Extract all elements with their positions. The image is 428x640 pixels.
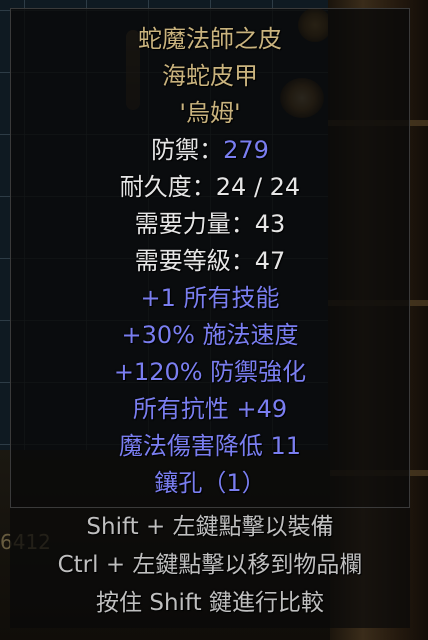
tooltip-lines: 蛇魔法師之皮 海蛇皮甲 '烏姆' 防禦：279 耐久度：24 / 24 需要力量… (11, 21, 409, 502)
mod-sockets: 鑲孔（1） (154, 469, 266, 497)
defense-value: 279 (223, 136, 269, 164)
durability-line: 耐久度：24 / 24 (119, 173, 301, 201)
mod-enhanced-defense: +120% 防禦強化 (113, 358, 307, 386)
defense-label: 防禦： (151, 136, 224, 164)
required-level: 需要等級：47 (134, 247, 286, 275)
item-rune: '烏姆' (179, 99, 241, 127)
mod-cast-rate: +30% 施法速度 (121, 321, 299, 349)
item-tooltip: 蛇魔法師之皮 海蛇皮甲 '烏姆' 防禦：279 耐久度：24 / 24 需要力量… (10, 8, 410, 508)
game-scene: 6412 蛇魔法師之皮 海蛇皮甲 '烏姆' 防禦：279 耐久度：24 / 24… (0, 0, 428, 640)
mod-all-skills: +1 所有技能 (140, 284, 280, 312)
item-name: 蛇魔法師之皮 (138, 25, 282, 53)
defense-line: 防禦：279 (11, 132, 409, 169)
hint-compare: 按住 Shift 鍵進行比較 (96, 590, 324, 616)
required-strength: 需要力量：43 (134, 210, 286, 238)
item-base-type: 海蛇皮甲 (162, 62, 258, 90)
mod-all-resist: 所有抗性 +49 (132, 395, 288, 423)
hint-move-to-inventory: Ctrl + 左鍵點擊以移到物品欄 (57, 552, 363, 578)
mod-magic-damage-reduce: 魔法傷害降低 11 (118, 432, 302, 460)
hint-equip: Shift + 左鍵點擊以裝備 (86, 514, 334, 540)
control-hints: Shift + 左鍵點擊以裝備 Ctrl + 左鍵點擊以移到物品欄 按住 Shi… (10, 508, 410, 628)
